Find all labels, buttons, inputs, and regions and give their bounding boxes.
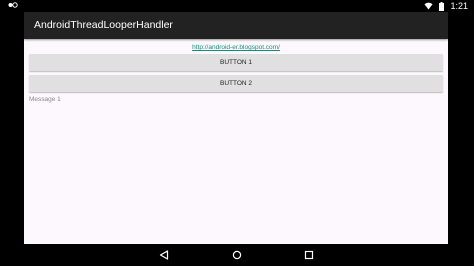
home-circle-icon[interactable] xyxy=(231,249,243,261)
navigation-bar xyxy=(0,244,474,266)
blog-link[interactable]: http://android-er.blogspot.com/ xyxy=(24,43,448,52)
button-2[interactable]: BUTTON 2 xyxy=(29,75,443,92)
status-time: 1:21 xyxy=(450,1,468,11)
main-content: http://android-er.blogspot.com/ BUTTON 1… xyxy=(24,39,448,244)
message-text: Message 1 xyxy=(29,96,61,103)
app-title: AndroidThreadLooperHandler xyxy=(34,19,173,31)
app-window: AndroidThreadLooperHandler http://androi… xyxy=(24,12,448,244)
action-bar: AndroidThreadLooperHandler xyxy=(24,12,448,39)
back-triangle-icon[interactable] xyxy=(158,249,170,261)
recent-apps-square-icon[interactable] xyxy=(303,249,315,261)
notification-icon xyxy=(8,1,18,11)
wifi-icon xyxy=(424,2,433,10)
status-bar: 1:21 xyxy=(0,0,474,12)
button-1[interactable]: BUTTON 1 xyxy=(29,54,443,71)
battery-icon xyxy=(439,1,445,11)
